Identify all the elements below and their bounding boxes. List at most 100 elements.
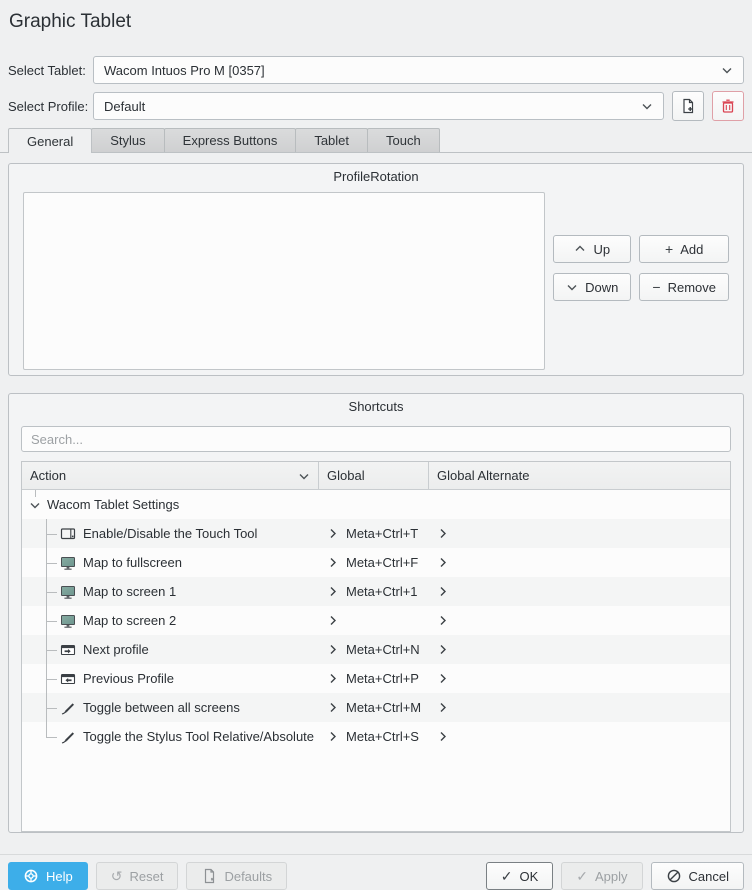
shortcut-row-next-profile[interactable]: Next profile Meta+Ctrl+N — [22, 635, 730, 664]
column-header-action[interactable]: Action — [22, 462, 319, 489]
shortcut-expander-icon[interactable] — [437, 585, 449, 598]
ok-label: OK — [519, 869, 538, 884]
shortcut-expander-icon[interactable] — [437, 672, 449, 685]
tablet-combobox[interactable]: Wacom Intuos Pro M [0357] — [93, 56, 744, 84]
device-selection-section: Select Tablet: Wacom Intuos Pro M [0357]… — [0, 56, 752, 121]
shortcut-row-previous-profile[interactable]: Previous Profile Meta+Ctrl+P — [22, 664, 730, 693]
monitor-icon — [60, 555, 76, 571]
shortcut-row-touch-tool[interactable]: Enable/Disable the Touch Tool Meta+Ctrl+… — [22, 519, 730, 548]
chevron-down-icon — [566, 281, 578, 293]
page-title: Graphic Tablet — [9, 9, 752, 34]
column-header-global[interactable]: Global — [319, 462, 429, 489]
apply-button[interactable]: ✓ Apply — [561, 862, 642, 890]
select-tablet-label: Select Tablet: — [8, 63, 93, 78]
shortcut-expander-icon[interactable] — [437, 556, 449, 569]
profile-combobox[interactable]: Default — [93, 92, 664, 120]
monitor-icon — [60, 613, 76, 629]
shortcut-expander-icon[interactable] — [327, 614, 339, 627]
shortcut-expander-icon[interactable] — [327, 672, 339, 685]
profile-rotation-list[interactable] — [23, 192, 545, 370]
move-down-button[interactable]: Down — [553, 273, 631, 301]
shortcut-row-toggle-screens[interactable]: Toggle between all screens Meta+Ctrl+M — [22, 693, 730, 722]
shortcut-expander-icon[interactable] — [437, 701, 449, 714]
profile-combobox-value: Default — [104, 99, 635, 114]
check-icon: ✓ — [576, 869, 588, 883]
global-shortcut: Meta+Ctrl+T — [346, 526, 418, 541]
delete-profile-icon — [720, 98, 736, 114]
tab-bar: General Stylus Express Buttons Tablet To… — [0, 128, 752, 153]
shortcut-expander-icon[interactable] — [437, 730, 449, 743]
tab-express-buttons[interactable]: Express Buttons — [164, 128, 297, 152]
global-shortcut: Meta+Ctrl+N — [346, 642, 420, 657]
chevron-up-icon — [574, 243, 586, 255]
search-input[interactable] — [22, 432, 730, 447]
cancel-icon — [666, 868, 682, 884]
action-label: Previous Profile — [83, 671, 174, 686]
global-shortcut: Meta+Ctrl+P — [346, 671, 419, 686]
shortcut-expander-icon[interactable] — [437, 527, 449, 540]
tab-tablet[interactable]: Tablet — [295, 128, 368, 152]
action-header-label: Action — [30, 468, 66, 483]
shortcuts-groupbox: Shortcuts Action Global Global Alternate — [8, 393, 744, 833]
document-revert-icon — [201, 868, 217, 884]
shortcut-expander-icon[interactable] — [327, 643, 339, 656]
action-label: Map to fullscreen — [83, 555, 182, 570]
tree-expander-icon[interactable] — [29, 499, 41, 511]
next-profile-icon — [60, 642, 76, 658]
shortcut-expander-icon[interactable] — [437, 643, 449, 656]
move-up-button[interactable]: Up — [553, 235, 631, 263]
reset-label: Reset — [129, 869, 163, 884]
previous-profile-icon — [60, 671, 76, 687]
help-button[interactable]: Help — [8, 862, 88, 890]
reset-button[interactable]: ↺ Reset — [96, 862, 179, 890]
chevron-down-icon — [641, 100, 653, 112]
shortcut-row-toggle-stylus-mode[interactable]: Toggle the Stylus Tool Relative/Absolute… — [22, 722, 730, 751]
shortcut-row-screen1[interactable]: Map to screen 1 Meta+Ctrl+1 — [22, 577, 730, 606]
add-button[interactable]: + Add — [639, 235, 729, 263]
shortcut-expander-icon[interactable] — [437, 614, 449, 627]
shortcut-row-fullscreen[interactable]: Map to fullscreen Meta+Ctrl+F — [22, 548, 730, 577]
shortcut-expander-icon[interactable] — [327, 556, 339, 569]
defaults-label: Defaults — [224, 869, 272, 884]
shortcut-expander-icon[interactable] — [327, 527, 339, 540]
remove-button[interactable]: − Remove — [639, 273, 729, 301]
profile-rotation-content: Up + Add Down − Remove — [9, 188, 743, 370]
tree-line — [35, 490, 36, 497]
apply-label: Apply — [595, 869, 628, 884]
global-shortcut: Meta+Ctrl+F — [346, 555, 418, 570]
global-alternate-header-label: Global Alternate — [437, 468, 530, 483]
help-icon — [23, 868, 39, 884]
cancel-label: Cancel — [689, 869, 729, 884]
profile-rotation-buttons: Up + Add Down − Remove — [553, 192, 729, 370]
defaults-button[interactable]: Defaults — [186, 862, 287, 890]
column-header-global-alternate[interactable]: Global Alternate — [429, 462, 730, 489]
shortcut-row-screen2[interactable]: Map to screen 2 — [22, 606, 730, 635]
tab-touch[interactable]: Touch — [367, 128, 440, 152]
table-empty-area — [22, 751, 730, 831]
minus-icon: − — [652, 280, 660, 294]
delete-profile-button[interactable] — [712, 91, 744, 121]
global-shortcut: Meta+Ctrl+S — [346, 729, 419, 744]
undo-icon: ↺ — [111, 869, 123, 883]
select-tablet-row: Select Tablet: Wacom Intuos Pro M [0357] — [8, 56, 744, 84]
shortcut-expander-icon[interactable] — [327, 730, 339, 743]
new-profile-icon — [680, 98, 696, 114]
tablet-combobox-value: Wacom Intuos Pro M [0357] — [104, 63, 715, 78]
cancel-button[interactable]: Cancel — [651, 862, 744, 890]
shortcut-expander-icon[interactable] — [327, 585, 339, 598]
sort-indicator-icon — [298, 470, 310, 482]
ok-button[interactable]: ✓ OK — [486, 862, 554, 890]
global-shortcut: Meta+Ctrl+1 — [346, 584, 418, 599]
group-label: Wacom Tablet Settings — [47, 497, 179, 512]
tab-stylus[interactable]: Stylus — [91, 128, 164, 152]
shortcut-group-row[interactable]: Wacom Tablet Settings — [22, 490, 730, 519]
shortcut-expander-icon[interactable] — [327, 701, 339, 714]
global-header-label: Global — [327, 468, 365, 483]
new-profile-button[interactable] — [672, 91, 704, 121]
tab-general[interactable]: General — [8, 128, 92, 153]
shortcuts-table: Action Global Global Alternate — [21, 461, 731, 832]
plus-icon: + — [665, 242, 673, 256]
dialog-button-box: Help ↺ Reset Defaults ✓ OK ✓ Apply Cance… — [0, 854, 752, 890]
stylus-icon — [60, 700, 76, 716]
profile-rotation-title: ProfileRotation — [9, 164, 743, 188]
